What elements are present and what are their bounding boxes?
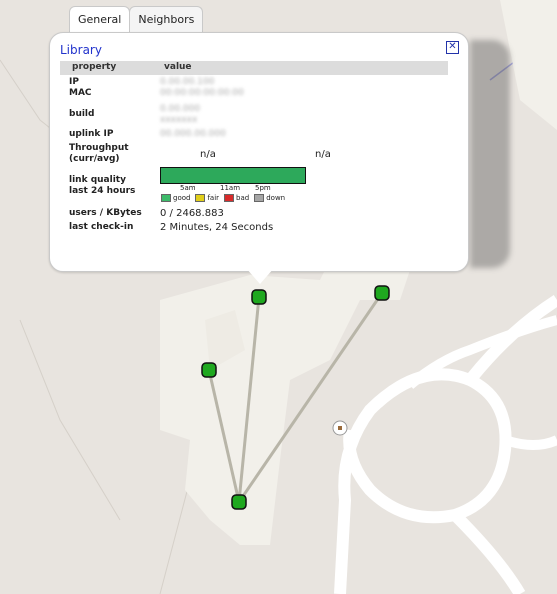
popup-title: Library: [60, 43, 102, 57]
tick-label: 5pm: [255, 184, 271, 192]
tick-label: 11am: [220, 184, 241, 192]
users-value: 0 / 2468.883: [160, 208, 224, 219]
legend-good: good: [161, 194, 190, 202]
legend-swatch: [195, 194, 206, 202]
popup-shadow: [470, 40, 510, 268]
header-value: value: [164, 62, 192, 72]
link-quality-label: link quality: [69, 175, 126, 185]
build-value-2: xxxxxxx: [160, 115, 198, 125]
legend-bad: bad: [224, 194, 249, 202]
tab-neighbors[interactable]: Neighbors: [129, 6, 204, 33]
info-popup: Library ✕ property value IP MAC 0.00.00.…: [49, 32, 469, 272]
mac-label: MAC: [69, 88, 92, 98]
legend-swatch: [224, 194, 235, 202]
uplink-value: 00.000.00.000: [160, 129, 226, 139]
mac-value: 00:00:00:00:00:00: [160, 88, 244, 98]
legend-swatch: [254, 194, 265, 202]
table-header: property value: [60, 61, 448, 75]
legend-fair: fair: [195, 194, 219, 202]
link-quality-sublabel: last 24 hours: [69, 186, 136, 196]
mesh-node[interactable]: [231, 494, 247, 510]
legend-down: down: [254, 194, 285, 202]
mesh-node[interactable]: [374, 285, 390, 301]
mesh-node[interactable]: [251, 289, 267, 305]
ip-value: 0.00.00.100: [160, 77, 215, 87]
checkin-label: last check-in: [69, 222, 134, 232]
throughput-current: n/a: [200, 149, 216, 160]
popup-tabs: General Neighbors: [69, 6, 204, 34]
build-label: build: [69, 109, 95, 119]
tick-label: 5am: [180, 184, 196, 192]
quality-legend: good fair bad down: [161, 194, 285, 202]
location-marker-dot: [338, 426, 342, 430]
throughput-label: Throughput: [69, 143, 129, 153]
ip-label: IP: [69, 77, 79, 87]
tab-general[interactable]: General: [69, 6, 131, 34]
users-label: users / KBytes: [69, 208, 142, 218]
road: [503, 435, 557, 450]
mesh-node[interactable]: [201, 362, 217, 378]
popup-pointer: [246, 268, 274, 284]
build-value: 0.00.000: [160, 104, 201, 114]
throughput-average: n/a: [315, 149, 331, 160]
header-property: property: [72, 62, 117, 72]
legend-swatch: [161, 194, 171, 202]
uplink-label: uplink IP: [69, 129, 114, 139]
close-icon[interactable]: ✕: [446, 41, 459, 54]
checkin-value: 2 Minutes, 24 Seconds: [160, 222, 274, 233]
throughput-sublabel: (curr/avg): [69, 154, 120, 164]
link-quality-bar: [160, 167, 306, 184]
